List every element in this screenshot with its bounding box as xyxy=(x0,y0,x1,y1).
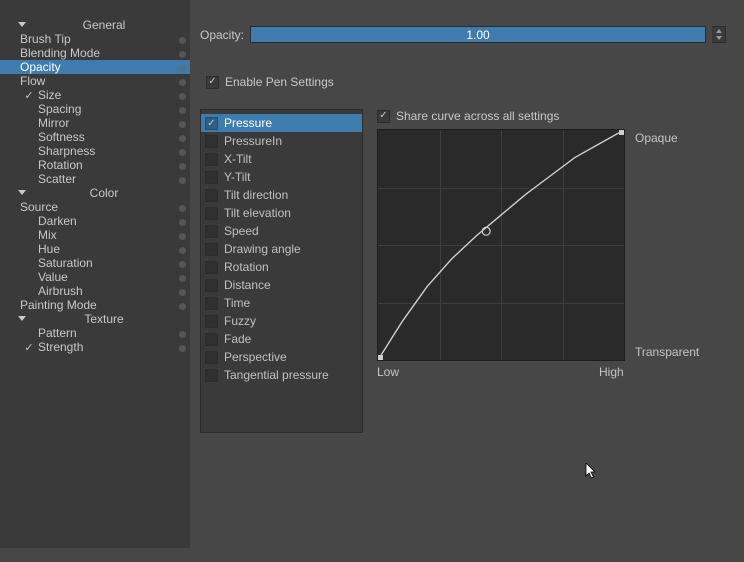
sensor-checkbox[interactable] xyxy=(205,135,218,148)
sensor-checkbox[interactable] xyxy=(205,207,218,220)
sensor-row[interactable]: Speed xyxy=(201,222,362,240)
sensor-row[interactable]: Tilt direction xyxy=(201,186,362,204)
brush-settings-tree[interactable]: GeneralBrush TipBlending ModeOpacityFlow… xyxy=(0,0,190,548)
curve-area: ✓ Share curve across all settings xyxy=(377,109,707,361)
tree-item[interactable]: Value xyxy=(0,270,190,284)
tree-item[interactable]: ✓Strength xyxy=(0,340,190,354)
sensor-checkbox[interactable] xyxy=(205,315,218,328)
opacity-slider[interactable]: 1.00 xyxy=(250,26,706,43)
expand-icon[interactable] xyxy=(18,22,26,27)
sensor-checkbox[interactable] xyxy=(205,279,218,292)
sensor-row[interactable]: Fade xyxy=(201,330,362,348)
sensor-row[interactable]: Drawing angle xyxy=(201,240,362,258)
sensor-checkbox[interactable] xyxy=(205,351,218,364)
share-curve-row[interactable]: ✓ Share curve across all settings xyxy=(377,109,707,123)
tree-item[interactable]: Pattern xyxy=(0,326,190,340)
sensor-checkbox[interactable] xyxy=(205,369,218,382)
expand-icon[interactable] xyxy=(18,316,26,321)
share-curve-checkbox[interactable]: ✓ xyxy=(377,110,390,123)
sensor-checkbox[interactable] xyxy=(205,297,218,310)
tree-item[interactable]: Opacity xyxy=(0,60,190,74)
tree-group-header[interactable]: Texture xyxy=(0,312,190,326)
tree-item[interactable]: Rotation xyxy=(0,158,190,172)
curve-handle-mid-icon[interactable] xyxy=(482,227,490,235)
sensor-row[interactable]: Rotation xyxy=(201,258,362,276)
sensor-checkbox[interactable] xyxy=(205,171,218,184)
axis-label-opaque: Opaque xyxy=(635,131,678,145)
axis-label-transparent: Transparent xyxy=(635,345,699,359)
axis-label-high: High xyxy=(599,365,624,379)
expand-icon[interactable] xyxy=(18,190,26,195)
sensor-checkbox[interactable]: ✓ xyxy=(205,117,218,130)
tree-item[interactable]: Flow xyxy=(0,74,190,88)
tree-group-header[interactable]: Color xyxy=(0,186,190,200)
axis-label-low: Low xyxy=(377,365,399,379)
sensor-row[interactable]: Fuzzy xyxy=(201,312,362,330)
tree-item[interactable]: Hue xyxy=(0,242,190,256)
tree-item[interactable]: Scatter xyxy=(0,172,190,186)
spinner-down-icon[interactable] xyxy=(712,35,725,43)
tree-item[interactable]: Saturation xyxy=(0,256,190,270)
sensor-row[interactable]: Time xyxy=(201,294,362,312)
tree-item[interactable]: Painting Mode xyxy=(0,298,190,312)
tree-item[interactable]: Softness xyxy=(0,130,190,144)
enable-pen-label: Enable Pen Settings xyxy=(225,75,334,89)
share-curve-label: Share curve across all settings xyxy=(396,109,559,123)
opacity-value: 1.00 xyxy=(466,28,489,42)
sensor-row[interactable]: Y-Tilt xyxy=(201,168,362,186)
curve-handle-end-icon[interactable] xyxy=(619,130,624,135)
sensor-row[interactable]: X-Tilt xyxy=(201,150,362,168)
tree-item-check-icon[interactable]: ✓ xyxy=(22,341,36,354)
tree-group-header[interactable]: General xyxy=(0,18,190,32)
sensor-checkbox[interactable] xyxy=(205,189,218,202)
tree-item[interactable]: Sharpness xyxy=(0,144,190,158)
sensor-checkbox[interactable] xyxy=(205,225,218,238)
enable-pen-checkbox[interactable]: ✓ xyxy=(206,76,219,89)
sensor-checkbox[interactable] xyxy=(205,333,218,346)
tree-item[interactable]: Darken xyxy=(0,214,190,228)
tree-item[interactable]: Airbrush xyxy=(0,284,190,298)
tree-item[interactable]: Spacing xyxy=(0,102,190,116)
sensor-checkbox[interactable] xyxy=(205,243,218,256)
tree-item[interactable]: Source xyxy=(0,200,190,214)
tree-item[interactable]: ✓Size xyxy=(0,88,190,102)
sensor-row[interactable]: ✓Pressure xyxy=(201,114,362,132)
tree-item[interactable]: Mix xyxy=(0,228,190,242)
enable-pen-row[interactable]: ✓ Enable Pen Settings xyxy=(206,75,726,89)
opacity-spinner[interactable] xyxy=(712,26,726,43)
sensor-checkbox[interactable] xyxy=(205,153,218,166)
opacity-row: Opacity: 1.00 xyxy=(200,26,726,43)
sensor-row[interactable]: Tangential pressure xyxy=(201,366,362,384)
tree-item-check-icon[interactable]: ✓ xyxy=(22,89,36,102)
sensor-row[interactable]: Tilt elevation xyxy=(201,204,362,222)
sensor-row[interactable]: Perspective xyxy=(201,348,362,366)
main-panel: Opacity: 1.00 ✓ Enable Pen Settings ✓Pre… xyxy=(190,0,744,562)
sensor-row[interactable]: Distance xyxy=(201,276,362,294)
opacity-label: Opacity: xyxy=(200,28,244,42)
spinner-up-icon[interactable] xyxy=(712,27,725,35)
sensor-row[interactable]: PressureIn xyxy=(201,132,362,150)
sensor-list[interactable]: ✓PressurePressureInX-TiltY-TiltTilt dire… xyxy=(200,109,363,433)
curve-editor[interactable] xyxy=(377,129,625,361)
tree-item[interactable]: Blending Mode xyxy=(0,46,190,60)
sensor-checkbox[interactable] xyxy=(205,261,218,274)
tree-item[interactable]: Brush Tip xyxy=(0,32,190,46)
tree-item[interactable]: Mirror xyxy=(0,116,190,130)
curve-handle-start-icon[interactable] xyxy=(378,355,383,360)
